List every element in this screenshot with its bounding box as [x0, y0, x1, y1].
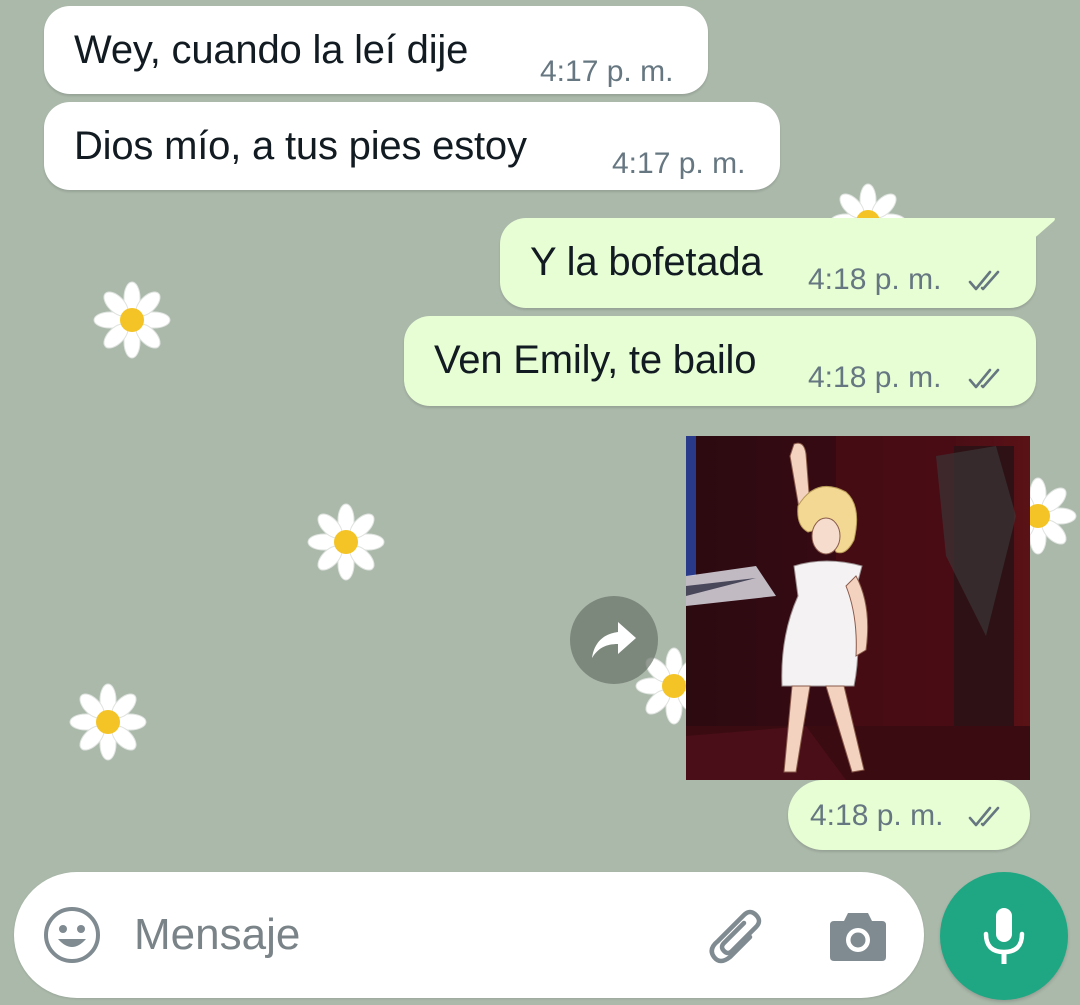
daisy-decoration	[307, 503, 385, 581]
message-time: 4:18 p. m.	[808, 263, 942, 296]
message-text: Wey, cuando la leí dije	[74, 28, 469, 72]
message-input[interactable]: Mensaje	[134, 910, 300, 960]
message-time: 4:18 p. m.	[810, 799, 944, 832]
message-text: Dios mío, a tus pies estoy	[74, 124, 527, 168]
camera-icon[interactable]	[828, 907, 888, 963]
daisy-decoration	[69, 683, 147, 761]
bubble-tail	[1030, 218, 1055, 242]
message-text: Ven Emily, te bailo	[434, 338, 757, 382]
message-time: 4:17 p. m.	[540, 55, 674, 88]
read-ticks-icon	[968, 270, 1000, 291]
sticker-time-pill: 4:18 p. m.	[788, 780, 1030, 850]
message-bubble-outgoing[interactable]: Ven Emily, te bailo 4:18 p. m.	[404, 316, 1036, 406]
microphone-icon	[983, 908, 1025, 964]
chat-area: Wey, cuando la leí dije 4:17 p. m. Dios …	[0, 0, 1080, 1005]
microphone-button[interactable]	[940, 872, 1068, 1000]
message-bubble-incoming[interactable]: Dios mío, a tus pies estoy 4:17 p. m.	[44, 102, 780, 190]
read-ticks-icon	[968, 806, 1000, 827]
message-bubble-outgoing[interactable]: Y la bofetada 4:18 p. m.	[500, 218, 1036, 308]
daisy-decoration	[93, 281, 171, 359]
message-text: Y la bofetada	[530, 240, 763, 284]
forward-button[interactable]	[570, 596, 658, 684]
emoji-icon[interactable]	[42, 905, 102, 965]
paperclip-icon[interactable]	[706, 905, 766, 965]
dancing-cartoon-woman-illustration	[686, 436, 1030, 780]
message-time: 4:18 p. m.	[808, 361, 942, 394]
message-input-bar[interactable]: Mensaje	[14, 872, 924, 998]
read-ticks-icon	[968, 368, 1000, 389]
forward-arrow-icon	[592, 622, 636, 658]
sticker-image[interactable]	[686, 436, 1030, 780]
message-time: 4:17 p. m.	[612, 147, 746, 180]
message-bubble-incoming[interactable]: Wey, cuando la leí dije 4:17 p. m.	[44, 6, 708, 94]
